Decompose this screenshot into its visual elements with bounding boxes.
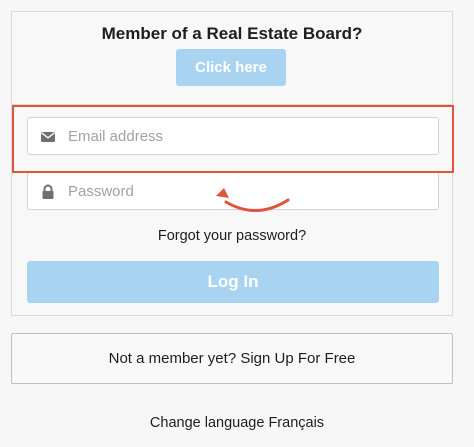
board-title: Member of a Real Estate Board? [101,24,363,43]
signup-button[interactable]: Not a member yet? Sign Up For Free [11,333,453,384]
email-input[interactable] [68,118,428,154]
language-prefix: Change language [149,415,265,431]
click-here-button[interactable]: Click here [176,49,286,86]
section-divider [12,104,452,105]
language-option-link[interactable]: Français [268,415,324,431]
lock-icon [42,184,54,199]
language-switcher: Change language Français [0,415,474,431]
email-field[interactable] [27,117,439,155]
pointer-arrow-icon [216,188,290,212]
login-card: Member of a Real Estate Board? Click her… [11,11,454,316]
envelope-icon [41,132,55,142]
forgot-password-link[interactable]: Forgot your password? [12,228,452,244]
login-button[interactable]: Log In [27,261,439,303]
